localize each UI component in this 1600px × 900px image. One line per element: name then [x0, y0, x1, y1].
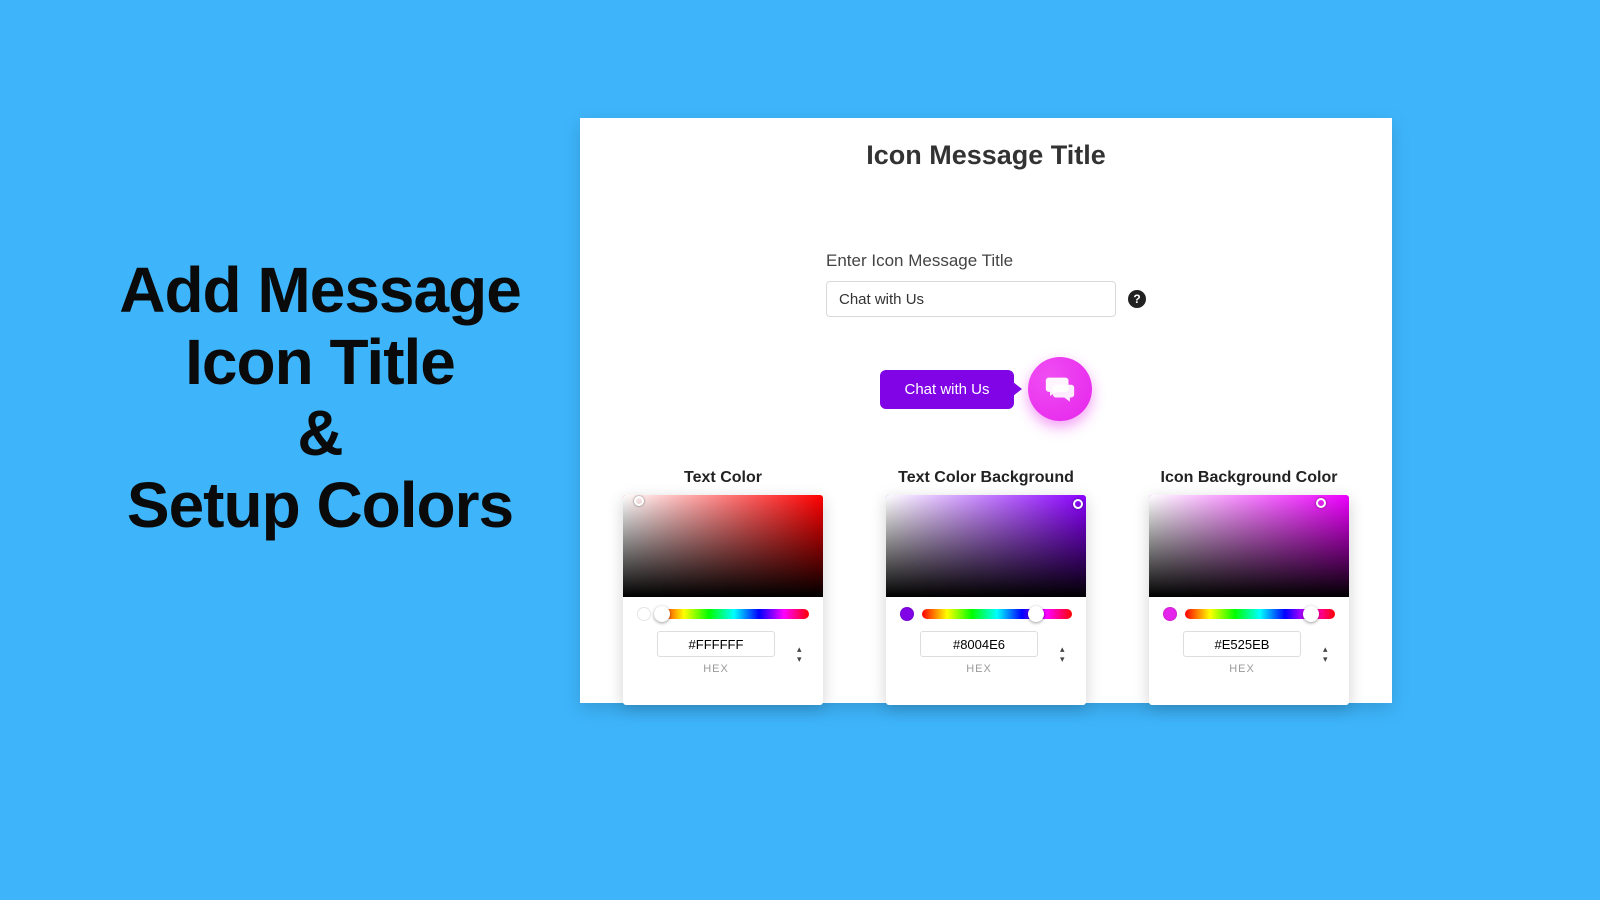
stage: Add Message Icon Title & Setup Colors Ic… — [0, 0, 1600, 900]
hex-input[interactable] — [920, 631, 1038, 657]
hue-thumb[interactable] — [654, 606, 670, 622]
picker-title: Text Color — [608, 469, 838, 487]
picker-icon-bg: Icon Background Color — [1134, 469, 1364, 705]
chevron-down-icon[interactable]: ▾ — [1060, 655, 1074, 664]
picker-title: Text Color Background — [871, 469, 1101, 487]
form-area: Enter Icon Message Title ? Chat with Us — [826, 251, 1146, 421]
saturation-area[interactable] — [886, 495, 1086, 597]
hex-mode-label: HEX — [1161, 663, 1323, 675]
picker-card: HEX ▴ ▾ — [623, 495, 823, 705]
saturation-thumb[interactable] — [634, 496, 644, 506]
chevron-up-icon[interactable]: ▴ — [1323, 645, 1337, 654]
input-row: ? — [826, 281, 1146, 317]
mode-stepper[interactable]: ▴ ▾ — [797, 645, 811, 664]
saturation-thumb[interactable] — [1316, 498, 1326, 508]
chat-pill-preview: Chat with Us — [880, 370, 1013, 409]
chat-bubble-icon — [1028, 357, 1092, 421]
hero-line-3: & — [70, 398, 570, 470]
picker-card: HEX ▴ ▾ — [886, 495, 1086, 705]
settings-panel: Icon Message Title Enter Icon Message Ti… — [580, 118, 1392, 703]
hue-thumb[interactable] — [1303, 606, 1319, 622]
hero-line-1: Add Message — [70, 255, 570, 327]
chat-icon — [1043, 372, 1077, 406]
hue-row — [886, 597, 1086, 625]
picker-text-bg: Text Color Background — [871, 469, 1101, 705]
picker-text-color: Text Color — [608, 469, 838, 705]
hue-thumb[interactable] — [1028, 606, 1044, 622]
hue-slider[interactable] — [922, 609, 1072, 619]
hue-slider[interactable] — [1185, 609, 1335, 619]
hex-input[interactable] — [1183, 631, 1301, 657]
saturation-thumb[interactable] — [1073, 499, 1083, 509]
saturation-area[interactable] — [623, 495, 823, 597]
chevron-up-icon[interactable]: ▴ — [797, 645, 811, 654]
hue-slider[interactable] — [659, 609, 809, 619]
help-icon[interactable]: ? — [1128, 290, 1146, 308]
hex-row: HEX ▴ ▾ — [1149, 625, 1349, 675]
saturation-area[interactable] — [1149, 495, 1349, 597]
chevron-down-icon[interactable]: ▾ — [797, 655, 811, 664]
hue-row — [1149, 597, 1349, 625]
hex-input[interactable] — [657, 631, 775, 657]
hex-row: HEX ▴ ▾ — [623, 625, 823, 675]
hex-mode-label: HEX — [898, 663, 1060, 675]
hue-row — [623, 597, 823, 625]
picker-title: Icon Background Color — [1134, 469, 1364, 487]
hex-row: HEX ▴ ▾ — [886, 625, 1086, 675]
mode-stepper[interactable]: ▴ ▾ — [1060, 645, 1074, 664]
mode-stepper[interactable]: ▴ ▾ — [1323, 645, 1337, 664]
hero-text: Add Message Icon Title & Setup Colors — [70, 255, 570, 542]
pickers-row: Text Color — [580, 469, 1392, 705]
panel-title: Icon Message Title — [580, 140, 1392, 171]
field-label: Enter Icon Message Title — [826, 251, 1146, 271]
preview-row: Chat with Us — [826, 357, 1146, 421]
hex-mode-label: HEX — [635, 663, 797, 675]
message-title-input[interactable] — [826, 281, 1116, 317]
chevron-down-icon[interactable]: ▾ — [1323, 655, 1337, 664]
hero-line-2: Icon Title — [70, 327, 570, 399]
hue-chip — [1163, 607, 1177, 621]
hue-chip — [900, 607, 914, 621]
picker-card: HEX ▴ ▾ — [1149, 495, 1349, 705]
chevron-up-icon[interactable]: ▴ — [1060, 645, 1074, 654]
hue-chip — [637, 607, 651, 621]
hero-line-4: Setup Colors — [70, 470, 570, 542]
